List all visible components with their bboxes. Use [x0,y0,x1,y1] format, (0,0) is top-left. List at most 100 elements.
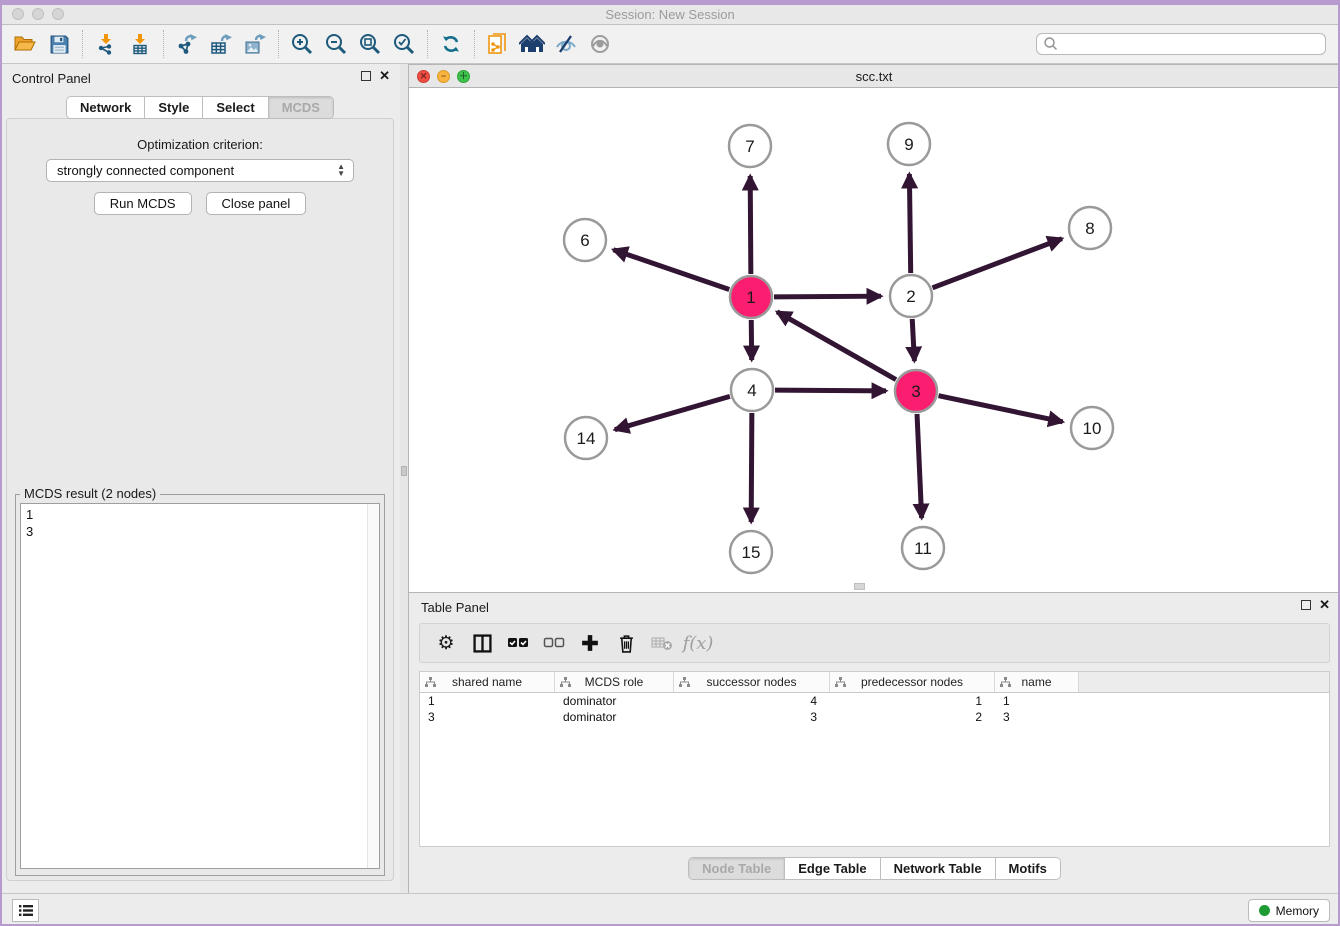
float-panel-icon[interactable] [361,71,371,81]
edge-2-3[interactable] [912,319,914,361]
mcds-result-textarea[interactable]: 13 [20,503,380,869]
toolbar-separator [474,30,475,58]
table-panel: Table Panel ✕ ⚙ [408,593,1340,893]
table-row[interactable]: 1dominator411 [420,693,1329,709]
control-panel-tabs: NetworkStyleSelectMCDS [66,96,334,119]
scrollbar[interactable] [367,504,379,868]
edge-3-10[interactable] [939,396,1063,422]
table-cell: dominator [555,709,674,725]
function-builder-icon[interactable]: f(x) [680,627,716,659]
split-table-icon[interactable] [464,627,500,659]
table-cell: 1 [995,693,1079,709]
add-column-icon[interactable] [572,627,608,659]
column-label: predecessor nodes [861,675,963,689]
export-table-icon[interactable] [204,29,238,59]
task-history-button[interactable] [12,899,39,922]
edge-1-7[interactable] [750,176,751,274]
import-table-icon[interactable] [123,29,157,59]
toolbar-separator [427,30,428,58]
save-session-icon[interactable] [42,29,76,59]
app-titlebar: Session: New Session [0,5,1340,25]
tab-motifs[interactable]: Motifs [996,858,1060,879]
column-settings-icon[interactable]: ⚙ [428,627,464,659]
edge-4-3[interactable] [775,390,886,391]
tab-network-table[interactable]: Network Table [881,858,996,879]
close-table-panel-icon[interactable]: ✕ [1319,600,1330,610]
table-cell: 1 [830,693,995,709]
tab-edge-table[interactable]: Edge Table [785,858,880,879]
node-label: 4 [747,381,756,400]
tab-network[interactable]: Network [67,97,145,118]
edge-4-15[interactable] [751,413,752,522]
node-label: 3 [911,382,920,401]
window-frame [0,0,2,926]
node-label: 14 [577,429,596,448]
zoom-fit-icon[interactable] [353,29,387,59]
refresh-icon[interactable] [434,29,468,59]
open-file-icon[interactable] [8,29,42,59]
table-panel-tabs: Node TableEdge TableNetwork TableMotifs [688,857,1061,880]
column-header-predecessor-nodes[interactable]: predecessor nodes [830,672,995,692]
mcds-panel: Optimization criterion: strongly connect… [6,118,394,881]
delete-table-icon[interactable] [644,627,680,659]
table-row[interactable]: 3dominator323 [420,709,1329,725]
zoom-selected-icon[interactable] [387,29,421,59]
zoom-in-icon[interactable] [285,29,319,59]
close-panel-icon[interactable]: ✕ [379,71,390,81]
tab-mcds[interactable]: MCDS [269,97,333,118]
import-network-icon[interactable] [89,29,123,59]
main-toolbar [0,25,1340,64]
column-header-shared-name[interactable]: shared name [420,672,555,692]
hide-selected-icon[interactable] [549,29,583,59]
close-panel-button[interactable]: Close panel [206,192,307,215]
edge-2-9[interactable] [909,174,910,273]
column-header-name[interactable]: name [995,672,1079,692]
edge-3-11[interactable] [917,414,922,518]
optimization-criterion-value: strongly connected component [57,163,234,178]
show-all-icon[interactable] [583,29,617,59]
scrollbar-thumb[interactable] [854,583,865,590]
table-cell: 3 [674,709,830,725]
run-mcds-button[interactable]: Run MCDS [94,192,192,215]
first-neighbors-icon[interactable] [515,29,549,59]
edge-1-6[interactable] [613,250,729,290]
column-label: shared name [452,675,522,689]
new-network-from-selection-icon[interactable] [481,29,515,59]
float-table-panel-icon[interactable] [1301,600,1311,610]
chevron-up-down-icon: ▲▼ [337,163,345,177]
tab-style[interactable]: Style [145,97,203,118]
export-image-icon[interactable] [238,29,272,59]
zoom-out-icon[interactable] [319,29,353,59]
delete-column-icon[interactable] [608,627,644,659]
network-canvas[interactable]: 7968124314101511 [409,88,1339,592]
tab-select[interactable]: Select [203,97,268,118]
node-label: 1 [746,288,755,307]
search-input[interactable] [1060,37,1325,51]
edge-3-1[interactable] [777,312,896,380]
edge-4-14[interactable] [615,396,730,429]
table-header-filler [1079,672,1329,692]
column-header-successor-nodes[interactable]: successor nodes [674,672,830,692]
network-window-titlebar: ✕ − ＋ scc.txt [409,65,1339,88]
tab-node-table[interactable]: Node Table [689,858,785,879]
control-panel-title: Control Panel [12,71,91,86]
search-icon [1042,35,1060,53]
export-network-icon[interactable] [170,29,204,59]
unselect-all-icon[interactable] [536,627,572,659]
optimization-criterion-select[interactable]: strongly connected component ▲▼ [46,159,354,182]
select-all-icon[interactable] [500,627,536,659]
search-field[interactable] [1036,33,1326,55]
table-cell: 1 [420,693,555,709]
toolbar-separator [82,30,83,58]
memory-button[interactable]: Memory [1248,899,1330,922]
splitter-handle[interactable] [401,466,407,476]
panel-splitter[interactable] [400,64,408,893]
table-panel-title: Table Panel [421,600,489,615]
mcds-result-line: 3 [26,523,374,540]
edge-2-8[interactable] [933,239,1062,288]
column-header-MCDS-role[interactable]: MCDS role [555,672,674,692]
edge-1-2[interactable] [774,296,881,297]
window-frame [0,0,1340,5]
node-label: 11 [914,539,932,558]
control-panel: Control Panel ✕ NetworkStyleSelectMCDS O… [0,64,400,893]
